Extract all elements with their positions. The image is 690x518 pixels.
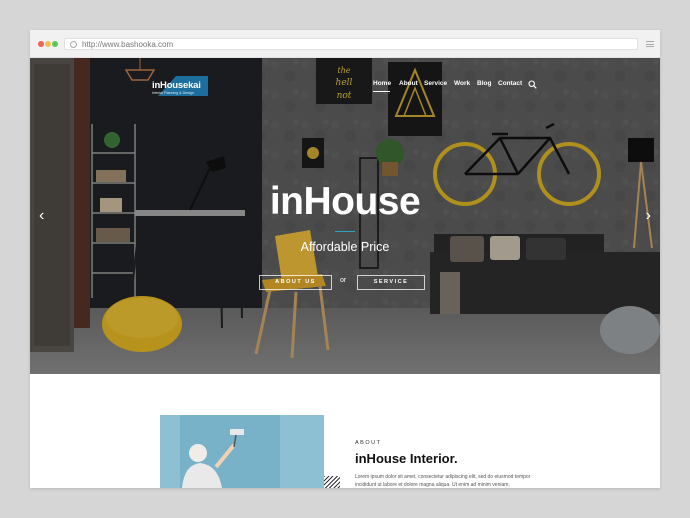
maximize-window-dot[interactable] [52, 41, 58, 47]
minimize-window-dot[interactable] [45, 41, 51, 47]
browser-window: http://www.bashooka.com the hell not inH… [30, 30, 660, 488]
nav-active-indicator [373, 91, 390, 92]
address-bar[interactable]: http://www.bashooka.com [64, 38, 638, 50]
nav-blog[interactable]: Blog [477, 80, 491, 87]
nav-home[interactable]: Home [373, 80, 391, 87]
main-nav: Home About Service Work Blog Contact [30, 80, 660, 92]
search-icon[interactable] [528, 80, 537, 89]
hero-subtitle: Affordable Price [300, 240, 390, 254]
hero-title: inHouse [269, 180, 421, 223]
close-window-dot[interactable] [38, 41, 44, 47]
painter-photo [160, 415, 324, 488]
hero-section: the hell not inHousekai Interior Plannin… [30, 58, 660, 374]
page-info-icon [70, 41, 77, 48]
browser-toolbar: http://www.bashooka.com [30, 30, 660, 58]
decorative-stripes [324, 476, 340, 488]
hamburger-menu-icon[interactable] [646, 41, 654, 47]
about-image [160, 415, 324, 488]
person-head-shape [189, 444, 207, 462]
or-separator: or [340, 277, 347, 284]
nav-about[interactable]: About [399, 80, 418, 87]
hero-divider [335, 231, 355, 232]
about-us-button[interactable]: ABOUT US [259, 275, 332, 290]
about-section-label: ABOUT [355, 440, 382, 446]
service-button[interactable]: SERVICE [357, 275, 425, 290]
nav-service[interactable]: Service [424, 80, 447, 87]
paint-roller-shape [230, 429, 244, 435]
nav-work[interactable]: Work [454, 80, 470, 87]
about-section-text: Lorem ipsum dolor sit amet, consectetur … [355, 474, 531, 488]
nav-contact[interactable]: Contact [498, 80, 522, 87]
address-url: http://www.bashooka.com [82, 40, 174, 49]
about-section-title: inHouse Interior. [355, 451, 458, 466]
